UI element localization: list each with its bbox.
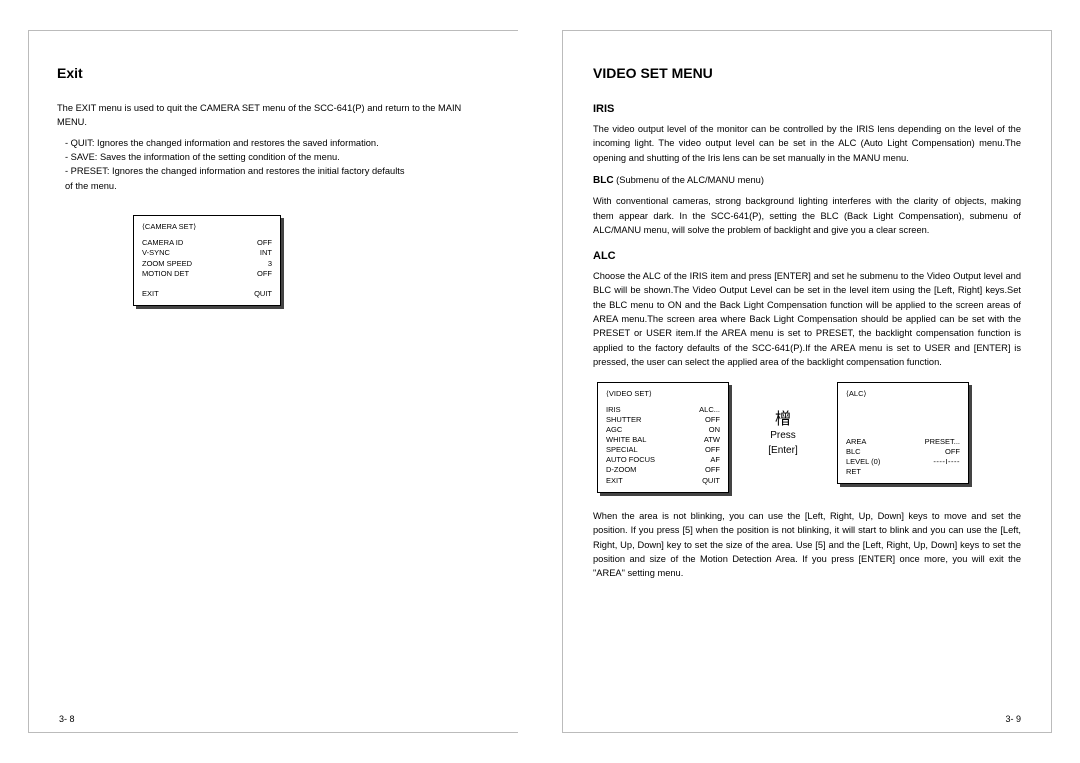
lbl: AUTO FOCUS xyxy=(606,455,655,465)
val: OFF xyxy=(257,238,272,248)
exit-bullet-preset-2: of the menu. xyxy=(65,179,488,193)
arrow-label-enter: [Enter] xyxy=(753,443,813,459)
blc-subtitle: (Submenu of the ALC/MANU menu) xyxy=(614,175,764,185)
val: ON xyxy=(709,425,720,435)
row-exit-vs: EXIT QUIT xyxy=(606,476,720,486)
val: PRESET... xyxy=(925,437,960,447)
val: OFF xyxy=(257,269,272,279)
exit-bullet-save: - SAVE: Saves the information of the set… xyxy=(65,150,488,164)
row-blc: BLC OFF xyxy=(846,447,960,457)
val: ALC... xyxy=(699,405,720,415)
alc-menu-box: ⟨ALC⟩ AREA PRESET... BLC OFF LEVEL (0) ----… xyxy=(837,382,969,485)
row-camera-id: CAMERA ID OFF xyxy=(142,238,272,248)
exit-intro: The EXIT menu is used to quit the CAMERA… xyxy=(57,101,488,130)
val: INT xyxy=(260,248,272,258)
lbl: EXIT xyxy=(606,476,623,486)
blc-para: With conventional cameras, strong backgr… xyxy=(593,194,1021,237)
iris-heading: IRIS xyxy=(593,101,1021,118)
row-area: AREA PRESET... xyxy=(846,437,960,447)
val: QUIT xyxy=(702,476,720,486)
page-right: VIDEO SET MENU IRIS The video output lev… xyxy=(562,30,1052,733)
lbl: IRIS xyxy=(606,405,621,415)
lbl: AREA xyxy=(846,437,866,447)
val: AF xyxy=(710,455,720,465)
menu-diagram-row: ⟨VIDEO SET⟩ IRISALC... SHUTTEROFF AGCON … xyxy=(597,382,1021,493)
arrow-label-press: Press xyxy=(753,428,813,444)
val: OFF xyxy=(705,415,720,425)
blc-heading: BLC xyxy=(593,175,614,186)
row-agc: AGC ON xyxy=(606,425,720,435)
lbl: AGC xyxy=(606,425,622,435)
row-shutter: SHUTTER OFF xyxy=(606,415,720,425)
lbl: MOTION DET xyxy=(142,269,189,279)
val: QUIT xyxy=(254,289,272,299)
lbl: LEVEL (0) xyxy=(846,457,880,467)
row-motion-det: MOTION DET OFF xyxy=(142,269,272,279)
row-special: SPECIAL OFF xyxy=(606,445,720,455)
row-iris: IRIS ALC... xyxy=(606,405,720,415)
section-title-videoset: VIDEO SET MENU xyxy=(593,63,1021,85)
val: OFF xyxy=(705,465,720,475)
page-left-content: Exit The EXIT menu is used to quit the C… xyxy=(29,31,518,318)
section-title-exit: Exit xyxy=(57,63,488,85)
lbl: EXIT xyxy=(142,289,159,299)
page-right-content: VIDEO SET MENU IRIS The video output lev… xyxy=(563,31,1051,599)
page-number-left: 3- 8 xyxy=(59,714,75,724)
lbl: ZOOM SPEED xyxy=(142,259,192,269)
video-set-menu-box: ⟨VIDEO SET⟩ IRISALC... SHUTTEROFF AGCON … xyxy=(597,382,729,493)
val: ATW xyxy=(704,435,720,445)
val: OFF xyxy=(945,447,960,457)
tail-para: When the area is not blinking, you can u… xyxy=(593,509,1021,581)
blc-line: BLC (Submenu of the ALC/MANU menu) xyxy=(593,173,1021,189)
exit-bullet-preset-1: - PRESET: Ignores the changed informatio… xyxy=(65,164,488,178)
row-level: LEVEL (0) ----I---- xyxy=(846,457,960,467)
page-number-right: 3- 9 xyxy=(1005,714,1021,724)
lbl: CAMERA ID xyxy=(142,238,183,248)
row-vsync: V-SYNC INT xyxy=(142,248,272,258)
row-ret: RET xyxy=(846,467,960,477)
video-set-header: ⟨VIDEO SET⟩ xyxy=(606,389,720,399)
alc-para: Choose the ALC of the IRIS item and pres… xyxy=(593,269,1021,370)
row-exit: EXIT QUIT xyxy=(142,289,272,299)
val: ----I---- xyxy=(933,457,960,467)
lbl: WHITE BAL xyxy=(606,435,646,445)
alc-menu: ⟨ALC⟩ AREA PRESET... BLC OFF LEVEL (0) ----… xyxy=(837,382,969,485)
arrow-icon: 橧 xyxy=(753,412,813,428)
lbl: RET xyxy=(846,467,861,477)
camera-set-menu: ⟨CAMERA SET⟩ CAMERA ID OFF V-SYNC INT ZOOM… xyxy=(133,215,281,306)
arrow-column: 橧 Press [Enter] xyxy=(753,382,813,459)
row-whitebal: WHITE BAL ATW xyxy=(606,435,720,445)
alc-heading: ALC xyxy=(593,248,1021,265)
iris-para: The video output level of the monitor ca… xyxy=(593,122,1021,165)
camera-set-menu-box: ⟨CAMERA SET⟩ CAMERA ID OFF V-SYNC INT ZOOM… xyxy=(133,215,281,306)
row-dzoom: D-ZOOM OFF xyxy=(606,465,720,475)
exit-bullet-quit: - QUIT: Ignores the changed information … xyxy=(65,136,488,150)
page-left: Exit The EXIT menu is used to quit the C… xyxy=(28,30,518,733)
row-zoom-speed: ZOOM SPEED 3 xyxy=(142,259,272,269)
lbl: V-SYNC xyxy=(142,248,170,258)
lbl: D-ZOOM xyxy=(606,465,636,475)
lbl: SHUTTER xyxy=(606,415,641,425)
video-set-menu: ⟨VIDEO SET⟩ IRISALC... SHUTTEROFF AGCON … xyxy=(597,382,729,493)
lbl: SPECIAL xyxy=(606,445,638,455)
row-autofocus: AUTO FOCUS AF xyxy=(606,455,720,465)
val: 3 xyxy=(268,259,272,269)
alc-menu-header: ⟨ALC⟩ xyxy=(846,389,960,399)
val: OFF xyxy=(705,445,720,455)
lbl: BLC xyxy=(846,447,861,457)
camera-set-header: ⟨CAMERA SET⟩ xyxy=(142,222,272,232)
